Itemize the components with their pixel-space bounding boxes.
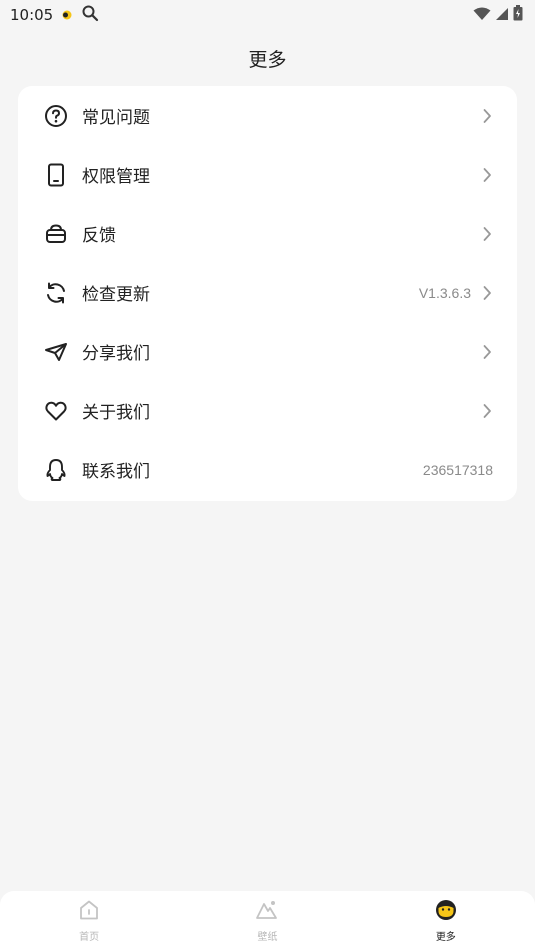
- chevron-right-icon: [481, 403, 493, 419]
- menu-item-share[interactable]: 分享我们: [18, 322, 517, 381]
- cellular-icon: [495, 6, 509, 25]
- menu-card: 常见问题 权限管理 反馈 检查更新 V1.3.6.3 分享我们 关于我们 联系我…: [18, 86, 517, 501]
- chevron-right-icon: [481, 167, 493, 183]
- qq-icon: [44, 458, 68, 482]
- status-left: 10:05: [10, 4, 99, 26]
- home-icon: [78, 899, 100, 925]
- feedback-icon: [44, 222, 68, 246]
- chevron-right-icon: [481, 108, 493, 124]
- tab-label: 壁纸: [257, 932, 278, 943]
- menu-item-label: 关于我们: [82, 403, 150, 423]
- heart-icon: [44, 399, 68, 423]
- status-right: [473, 5, 523, 25]
- menu-item-label: 常见问题: [82, 108, 150, 128]
- tab-more[interactable]: 更多: [357, 891, 535, 951]
- status-time: 10:05: [10, 6, 54, 24]
- menu-item-contact[interactable]: 联系我们 236517318: [18, 440, 517, 499]
- qq-number-value: 236517318: [422, 461, 493, 478]
- menu-item-about[interactable]: 关于我们: [18, 381, 517, 440]
- search-icon: [81, 4, 99, 26]
- phone-icon: [44, 163, 68, 187]
- menu-item-label: 权限管理: [82, 167, 150, 187]
- wifi-icon: [473, 6, 491, 25]
- menu-item-label: 反馈: [82, 226, 116, 246]
- page-title: 更多: [248, 48, 287, 71]
- help-circle-icon: [44, 104, 68, 128]
- menu-item-label: 联系我们: [82, 462, 150, 482]
- tab-label: 更多: [435, 932, 456, 943]
- tab-wallpaper[interactable]: 壁纸: [178, 891, 356, 951]
- title-bar: 更多: [0, 38, 535, 78]
- chevron-right-icon: [481, 226, 493, 242]
- chevron-right-icon: [481, 285, 493, 301]
- menu-item-faq[interactable]: 常见问题: [18, 86, 517, 145]
- menu-item-label: 分享我们: [82, 344, 150, 364]
- notification-dot-icon: [61, 6, 73, 25]
- refresh-icon: [44, 281, 68, 305]
- menu-item-check-update[interactable]: 检查更新 V1.3.6.3: [18, 263, 517, 322]
- send-icon: [44, 340, 68, 364]
- menu-item-permissions[interactable]: 权限管理: [18, 145, 517, 204]
- battery-icon: [513, 5, 523, 25]
- status-bar: 10:05: [0, 0, 535, 30]
- menu-item-label: 检查更新: [82, 285, 150, 305]
- bottom-nav: 首页 壁纸 更多: [0, 891, 535, 951]
- version-value: V1.3.6.3: [418, 284, 471, 301]
- more-face-icon: [434, 899, 458, 925]
- tab-home[interactable]: 首页: [0, 891, 178, 951]
- menu-item-feedback[interactable]: 反馈: [18, 204, 517, 263]
- wallpaper-icon: [255, 899, 279, 925]
- chevron-right-icon: [481, 344, 493, 360]
- tab-label: 首页: [79, 932, 100, 943]
